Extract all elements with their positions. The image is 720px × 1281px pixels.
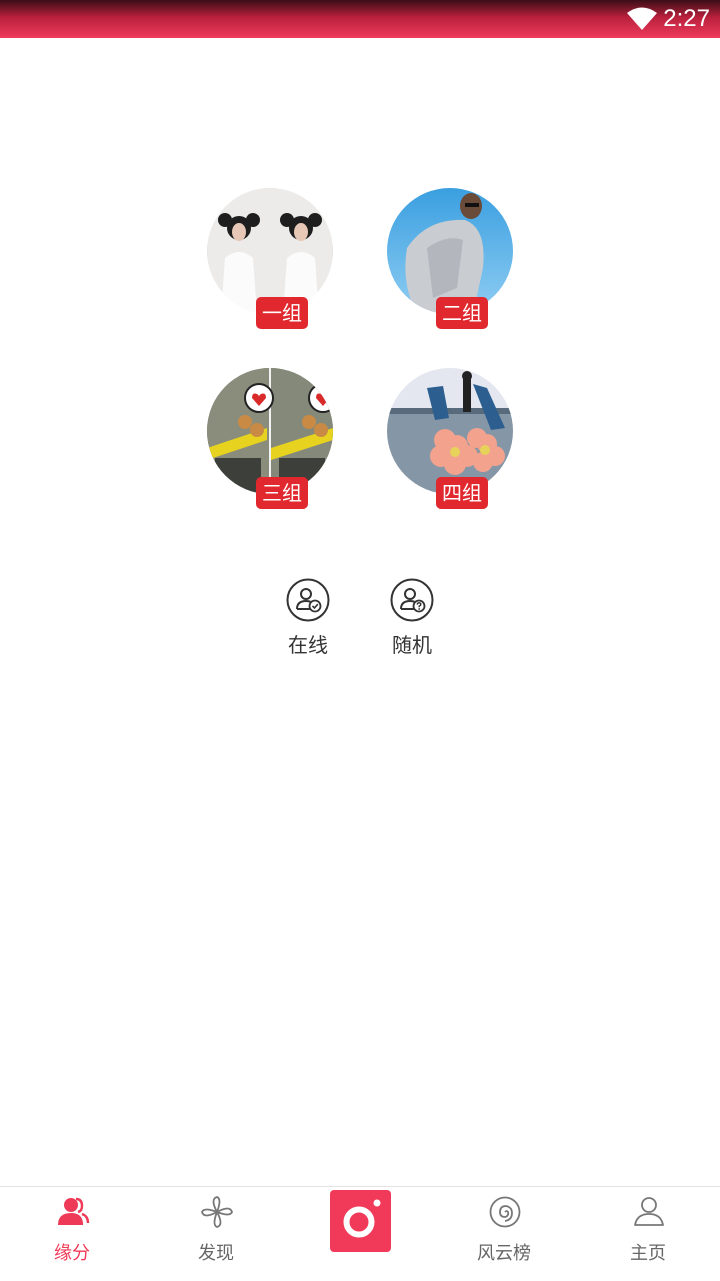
online-label: 在线 — [288, 633, 328, 657]
group-card-1[interactable]: 一组 — [207, 188, 337, 333]
group-avatar-4 — [387, 368, 513, 494]
group-badge-3: 三组 — [256, 477, 308, 509]
user-icon — [634, 1197, 664, 1226]
wifi-icon — [627, 7, 657, 30]
tab-label-discover: 发现 — [198, 1243, 234, 1264]
user-question-icon — [390, 578, 434, 622]
group-avatar-1 — [207, 188, 333, 314]
group-card-2[interactable]: 二组 — [387, 188, 517, 333]
group-badge-1: 一组 — [256, 297, 308, 329]
status-bar: 2:27 — [0, 0, 720, 38]
group-card-3[interactable]: 三组 — [207, 368, 337, 513]
group-avatar-2 — [387, 188, 513, 314]
group-badge-4: 四组 — [436, 477, 488, 509]
group-badge-2: 二组 — [436, 297, 488, 329]
bottom-tab-bar: 缘分 发现 风云榜 主页 — [0, 1186, 720, 1281]
tab-label-yuanfen: 缘分 — [54, 1243, 90, 1264]
status-time: 2:27 — [663, 5, 710, 32]
user-check-icon — [286, 578, 330, 622]
group-avatar-3 — [207, 368, 333, 494]
pinwheel-icon — [201, 1196, 233, 1228]
camera-icon — [343, 1199, 381, 1238]
online-button[interactable]: 在线 — [268, 578, 348, 668]
tab-discover[interactable]: 发现 — [144, 1187, 288, 1281]
group-card-4[interactable]: 四组 — [387, 368, 517, 513]
tab-home[interactable]: 主页 — [576, 1187, 720, 1281]
random-label: 随机 — [392, 633, 432, 657]
camera-button[interactable] — [330, 1190, 391, 1252]
random-button[interactable]: 随机 — [372, 578, 452, 668]
spiral-icon — [489, 1196, 521, 1228]
tab-ranking[interactable]: 风云榜 — [432, 1187, 576, 1281]
tab-yuanfen[interactable]: 缘分 — [0, 1187, 144, 1281]
users-icon — [58, 1197, 90, 1225]
tab-label-home: 主页 — [630, 1243, 666, 1264]
tab-label-ranking: 风云榜 — [477, 1243, 531, 1264]
